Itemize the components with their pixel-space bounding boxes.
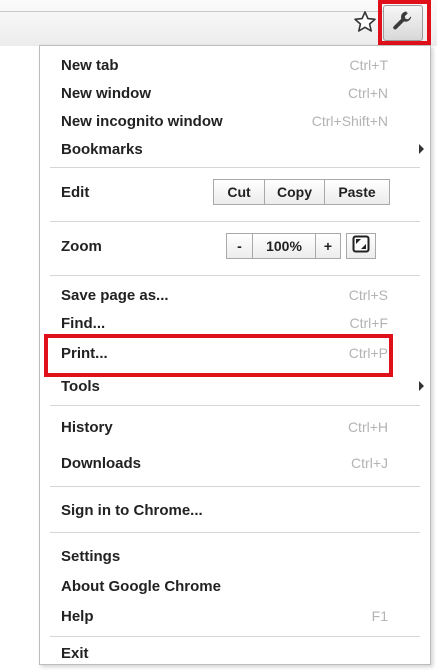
print-label: Print... (61, 344, 108, 362)
about-label: About Google Chrome (61, 577, 221, 595)
edit-label: Edit (61, 183, 90, 201)
browser-toolbar (0, 0, 437, 46)
new-window-shortcut: Ctrl+N (347, 85, 388, 101)
menu-item-tools[interactable]: Tools (40, 372, 430, 400)
menu-separator (50, 532, 420, 533)
menu-item-new-window[interactable]: New window Ctrl+N (40, 79, 430, 107)
chrome-menu: New tab Ctrl+T New window Ctrl+N New inc… (39, 45, 431, 665)
wrench-menu-button[interactable] (383, 5, 423, 41)
new-tab-label: New tab (61, 56, 119, 74)
menu-item-new-incognito[interactable]: New incognito window Ctrl+Shift+N (40, 107, 430, 135)
wrench-icon (391, 9, 415, 38)
submenu-arrow-icon (419, 381, 424, 391)
new-incognito-label: New incognito window (61, 112, 223, 130)
find-shortcut: Ctrl+F (349, 315, 389, 331)
zoom-level-value: 100% (252, 234, 315, 258)
menu-item-new-tab[interactable]: New tab Ctrl+T (40, 51, 430, 79)
zoom-control-group: - 100% + (226, 233, 341, 259)
bookmarks-label: Bookmarks (61, 140, 143, 158)
fullscreen-icon (352, 235, 370, 258)
menu-item-exit[interactable]: Exit (40, 639, 430, 667)
exit-label: Exit (61, 644, 89, 662)
new-tab-shortcut: Ctrl+T (349, 57, 389, 73)
menu-item-find[interactable]: Find... Ctrl+F (40, 309, 430, 337)
menu-separator (50, 221, 420, 222)
find-label: Find... (61, 314, 106, 332)
menu-item-about[interactable]: About Google Chrome (40, 572, 430, 600)
menu-item-print[interactable]: Print... Ctrl+P (40, 339, 430, 367)
history-shortcut: Ctrl+H (347, 419, 388, 435)
menu-separator (50, 275, 420, 276)
menu-item-save-page[interactable]: Save page as... Ctrl+S (40, 281, 430, 309)
edit-button-group: Cut Copy Paste (213, 179, 390, 205)
zoom-out-button[interactable]: - (227, 234, 252, 258)
omnibox-edge (0, 11, 384, 12)
zoom-label: Zoom (61, 237, 102, 255)
sign-in-label: Sign in to Chrome... (61, 501, 203, 519)
paste-button[interactable]: Paste (324, 180, 389, 204)
save-page-label: Save page as... (61, 286, 169, 304)
downloads-label: Downloads (61, 454, 142, 472)
print-shortcut: Ctrl+P (348, 345, 388, 361)
menu-separator (50, 486, 420, 487)
menu-item-downloads[interactable]: Downloads Ctrl+J (40, 449, 430, 477)
new-window-label: New window (61, 84, 151, 102)
menu-separator (50, 405, 420, 406)
menu-item-bookmarks[interactable]: Bookmarks (40, 135, 430, 163)
star-outline-icon[interactable] (351, 8, 379, 36)
help-label: Help (61, 607, 94, 625)
menu-separator (50, 167, 420, 168)
downloads-shortcut: Ctrl+J (351, 455, 388, 471)
menu-separator (50, 636, 420, 637)
copy-button[interactable]: Copy (264, 180, 324, 204)
menu-item-settings[interactable]: Settings (40, 542, 430, 570)
tools-label: Tools (61, 377, 100, 395)
menu-item-sign-in[interactable]: Sign in to Chrome... (40, 496, 430, 524)
help-shortcut: F1 (371, 608, 388, 624)
fullscreen-button[interactable] (346, 233, 376, 259)
menu-item-history[interactable]: History Ctrl+H (40, 413, 430, 441)
zoom-in-button[interactable]: + (315, 234, 340, 258)
settings-label: Settings (61, 547, 121, 565)
cut-button[interactable]: Cut (214, 180, 264, 204)
save-page-shortcut: Ctrl+S (348, 287, 388, 303)
menu-item-help[interactable]: Help F1 (40, 602, 430, 630)
submenu-arrow-icon (419, 144, 424, 154)
history-label: History (61, 418, 113, 436)
new-incognito-shortcut: Ctrl+Shift+N (311, 113, 388, 129)
